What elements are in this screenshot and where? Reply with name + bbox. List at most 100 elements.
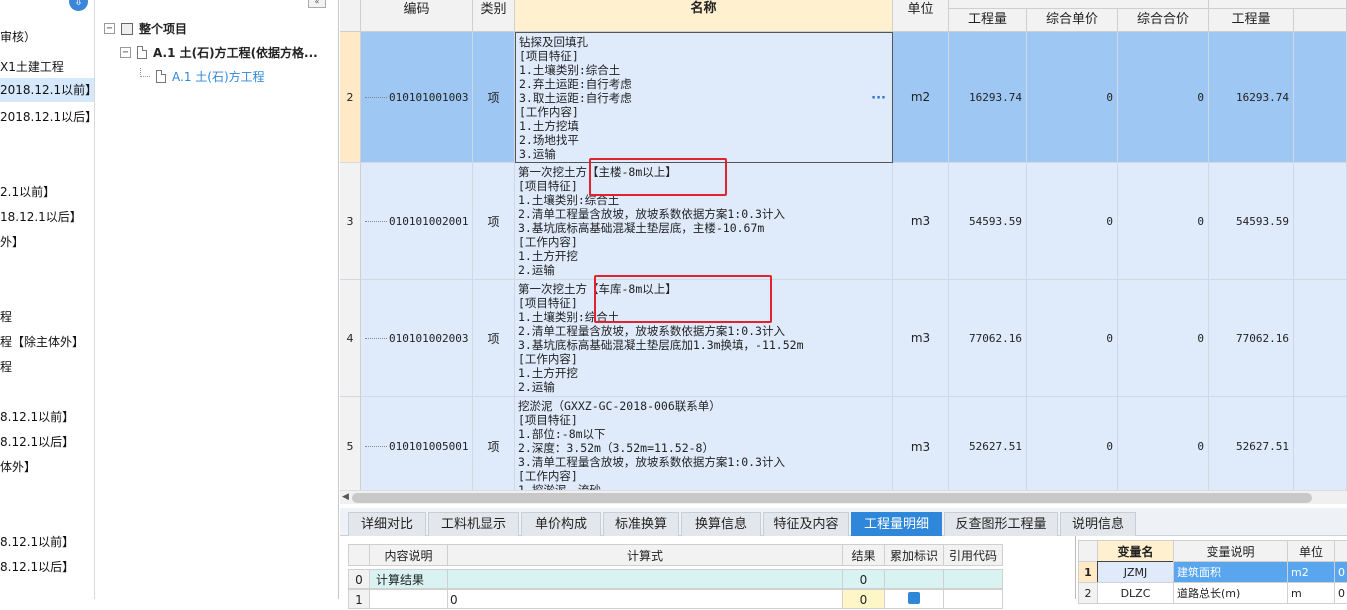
- header-formula[interactable]: 计算式: [447, 544, 843, 566]
- accumulate-cell[interactable]: [884, 569, 944, 589]
- var-unit-cell[interactable]: m2: [1287, 561, 1335, 583]
- header-desc[interactable]: 内容说明: [369, 544, 448, 566]
- item-qty2-cell[interactable]: 16293.74: [1209, 32, 1294, 163]
- item-code-cell[interactable]: 010101002003: [361, 280, 473, 397]
- item-total-price-cell[interactable]: 0: [1118, 163, 1209, 280]
- project-list-item[interactable]: 程: [0, 358, 12, 374]
- download-icon[interactable]: ⇩: [69, 0, 88, 11]
- project-list-item[interactable]: 2018.12.1以前】: [0, 78, 94, 102]
- tree-node-a1-child[interactable]: A.1 土(石)方工程: [140, 68, 265, 85]
- tab-3[interactable]: 单价构成: [521, 512, 601, 536]
- tree-root[interactable]: − 整个项目: [104, 20, 187, 37]
- var-value-cell[interactable]: 0: [1334, 561, 1347, 583]
- project-list-item[interactable]: 体外】: [0, 458, 36, 474]
- header-unit-price-2[interactable]: [1294, 9, 1347, 32]
- item-qty2-cell[interactable]: 77062.16: [1209, 280, 1294, 397]
- tab-1[interactable]: 详细对比: [348, 512, 426, 536]
- item-qty-cell[interactable]: 16293.74: [949, 32, 1027, 163]
- project-list-item[interactable]: 程【除主体外】: [0, 333, 84, 349]
- item-name-cell[interactable]: 钻探及回填孔 [项目特征] 1.土壤类别:综合土 2.弃土运距:自行考虑 3.取土运距:…: [515, 32, 893, 163]
- item-unit-cell[interactable]: m3: [893, 280, 949, 397]
- tree-node-a1-parent[interactable]: − A.1 土(石)方工程(依据方格...: [120, 44, 318, 61]
- tab-4[interactable]: 标准换算: [603, 512, 679, 536]
- var-value-cell[interactable]: 0: [1334, 582, 1347, 604]
- project-list-item[interactable]: 程: [0, 308, 12, 324]
- formula-cell[interactable]: 0: [447, 589, 843, 609]
- project-list-item[interactable]: X1土建工程: [0, 58, 64, 74]
- header-total-price[interactable]: 综合合价: [1118, 9, 1209, 32]
- tab-6[interactable]: 特征及内容: [763, 512, 849, 536]
- item-qty2-cell[interactable]: 54593.59: [1209, 163, 1294, 280]
- header-unit[interactable]: 单位: [893, 0, 949, 32]
- item-unit-price-cell[interactable]: 0: [1027, 32, 1118, 163]
- item-unit-price-cell[interactable]: 0: [1027, 397, 1118, 490]
- item-name-cell[interactable]: 挖淤泥（GXXZ-GC-2018-006联系单） [项目特征] 1.部位:-8m以下…: [515, 397, 893, 490]
- item-total-price-cell[interactable]: 0: [1118, 397, 1209, 490]
- tab-5[interactable]: 换算信息: [681, 512, 761, 536]
- header-type[interactable]: 类别: [473, 0, 515, 32]
- scroll-left-icon[interactable]: ◀: [342, 492, 349, 502]
- tab-8[interactable]: 反查图形工程量: [944, 512, 1058, 536]
- project-list-item[interactable]: 18.12.1以后】: [0, 208, 82, 224]
- header-name[interactable]: 名称: [515, 0, 893, 32]
- header-unit-price[interactable]: 综合单价: [1027, 9, 1118, 32]
- item-unit-cell[interactable]: m2: [893, 32, 949, 163]
- item-extra-cell[interactable]: [1294, 280, 1347, 397]
- accumulate-cell[interactable]: [884, 589, 944, 609]
- checkbox-checked-icon[interactable]: [908, 592, 920, 604]
- header-var-desc[interactable]: 变量说明: [1173, 540, 1288, 562]
- var-name-cell[interactable]: DLZC: [1097, 582, 1174, 604]
- item-qty-cell[interactable]: 77062.16: [949, 280, 1027, 397]
- formula-desc-cell[interactable]: [369, 589, 448, 609]
- var-name-cell[interactable]: JZMJ: [1097, 561, 1174, 583]
- header-var-unit[interactable]: 单位: [1287, 540, 1335, 562]
- item-type-cell[interactable]: 项: [473, 397, 515, 490]
- var-unit-cell[interactable]: m: [1287, 582, 1335, 604]
- var-desc-cell[interactable]: 建筑面积: [1173, 561, 1288, 583]
- item-extra-cell[interactable]: [1294, 163, 1347, 280]
- collapse-panel-icon[interactable]: «: [308, 0, 326, 8]
- header-var-name[interactable]: 变量名: [1097, 540, 1174, 562]
- formula-cell[interactable]: [447, 569, 843, 589]
- header-accumulate[interactable]: 累加标识: [884, 544, 944, 566]
- header-ref-code[interactable]: 引用代码: [943, 544, 1003, 566]
- collapse-icon[interactable]: −: [120, 47, 131, 58]
- item-unit-price-cell[interactable]: 0: [1027, 163, 1118, 280]
- item-extra-cell[interactable]: [1294, 397, 1347, 490]
- project-list-item[interactable]: 外】: [0, 233, 24, 249]
- project-list-item[interactable]: 2.1以前】: [0, 183, 55, 199]
- project-list-item[interactable]: 8.12.1以后】: [0, 558, 74, 574]
- project-list-item[interactable]: 2018.12.1以后】: [0, 108, 94, 124]
- item-type-cell[interactable]: 项: [473, 163, 515, 280]
- project-list-item[interactable]: 8.12.1以前】: [0, 408, 74, 424]
- item-unit-price-cell[interactable]: 0: [1027, 280, 1118, 397]
- item-unit-cell[interactable]: m3: [893, 163, 949, 280]
- project-list-item[interactable]: 8.12.1以后】: [0, 433, 74, 449]
- tab-7[interactable]: 工程量明细: [851, 512, 942, 536]
- item-type-cell[interactable]: 项: [473, 32, 515, 163]
- tab-9[interactable]: 说明信息: [1060, 512, 1136, 536]
- item-total-price-cell[interactable]: 0: [1118, 32, 1209, 163]
- project-list-item[interactable]: 审核）: [0, 28, 36, 44]
- header-qty-2[interactable]: 工程量: [1209, 9, 1294, 32]
- scrollbar-thumb[interactable]: [352, 493, 1312, 503]
- tab-2[interactable]: 工料机显示: [428, 512, 519, 536]
- horizontal-scrollbar[interactable]: ◀: [340, 490, 1347, 504]
- var-desc-cell[interactable]: 道路总长(m): [1173, 582, 1288, 604]
- formula-desc-cell[interactable]: 计算结果: [369, 569, 448, 589]
- item-unit-cell[interactable]: m3: [893, 397, 949, 490]
- item-total-price-cell[interactable]: 0: [1118, 280, 1209, 397]
- project-list-item[interactable]: 8.12.1以前】: [0, 533, 74, 549]
- item-code-cell[interactable]: 010101002001: [361, 163, 473, 280]
- item-extra-cell[interactable]: [1294, 32, 1347, 163]
- item-qty-cell[interactable]: 54593.59: [949, 163, 1027, 280]
- item-qty2-cell[interactable]: 52627.51: [1209, 397, 1294, 490]
- more-options-icon[interactable]: ···: [871, 91, 886, 106]
- item-code-cell[interactable]: 010101001003: [361, 32, 473, 163]
- header-code[interactable]: 编码: [361, 0, 473, 32]
- collapse-icon[interactable]: −: [104, 23, 115, 34]
- header-qty[interactable]: 工程量: [949, 9, 1027, 32]
- item-qty-cell[interactable]: 52627.51: [949, 397, 1027, 490]
- item-type-cell[interactable]: 项: [473, 280, 515, 397]
- ref-code-cell[interactable]: [943, 569, 1003, 589]
